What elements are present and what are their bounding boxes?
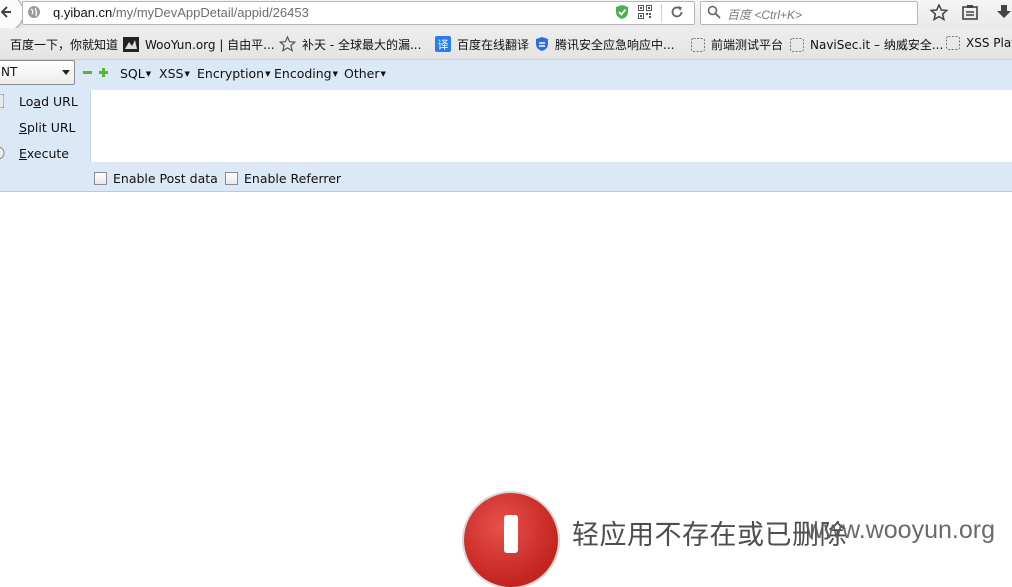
bookmark-item-baidu-translate[interactable]: 译 百度在线翻译 [435,36,529,54]
url-host: q.yiban.cn [53,5,113,20]
decrease-icon[interactable] [83,68,92,77]
bookmarks-list-icon[interactable] [962,4,978,20]
split-url-button[interactable]: Split URL [0,116,88,140]
menu-label: XSS [159,66,184,81]
execute-button[interactable]: Execute [0,142,88,166]
menu-label: Encoding [274,66,332,81]
checkbox-label: Enable Post data [113,171,218,186]
menu-sql[interactable]: SQL▼ [120,66,151,81]
url-text[interactable]: q.yiban.cn/my/myDevAppDetail/appid/26453 [53,5,309,20]
hackbar-select[interactable]: NT [0,60,75,85]
increase-icon[interactable] [99,68,108,77]
page-icon [946,36,960,50]
search-bar[interactable]: 百度 <Ctrl+K> [700,1,918,25]
split-url-label: Split URL [19,120,76,135]
bookmark-label: 补天 - 全球最大的漏... [302,38,422,52]
security-shield-icon[interactable] [615,4,629,20]
menu-xss[interactable]: XSS▼ [159,66,190,81]
back-arrow-icon [1,6,11,18]
bookmark-star-icon[interactable] [930,4,948,21]
chevron-down-icon [62,70,70,75]
address-bar[interactable]: q.yiban.cn/my/myDevAppDetail/appid/26453 [22,1,695,25]
page-icon [691,38,705,52]
enable-post-data-checkbox[interactable]: Enable Post data [94,171,218,187]
checkbox-label: Enable Referrer [244,171,342,186]
execute-label: Execute [19,146,69,161]
checkbox-box[interactable] [94,172,107,185]
menu-encoding[interactable]: Encoding▼ [274,66,338,81]
url-path: /my/myDevAppDetail/appid/26453 [112,5,309,20]
load-url-button[interactable]: Load URL [0,90,88,114]
globe-icon [28,6,40,18]
watermark: www.wooyun.org [806,516,995,544]
error-alert-icon [464,493,558,587]
bookmark-item-tencent[interactable]: 腾讯安全应急响应中... [535,36,674,54]
svg-text:译: 译 [438,39,449,52]
exclamation-bar [504,515,518,553]
bookmark-item-frontend-test[interactable]: 前端测试平台 [691,36,783,54]
menu-encryption[interactable]: Encryption▼ [197,66,271,81]
hackbar-url-textarea[interactable] [90,90,1012,162]
hackbar-panel: NT SQL▼ XSS▼ Encryption▼ Encoding▼ Other… [0,60,1012,192]
bookmark-item-baidu[interactable]: 百度一下，你就知道 [0,36,118,54]
bookmark-item-butian[interactable]: 补天 - 全球最大的漏... [279,36,421,54]
hackbar-select-value: NT [1,65,18,79]
menu-label: SQL [120,66,145,81]
bookmark-label: 百度在线翻译 [457,38,530,52]
bookmark-label: XSS Plat [966,36,1012,50]
butian-star-icon [279,36,296,52]
load-url-icon [0,94,4,108]
bookmark-item-xss-platform[interactable]: XSS Plat [946,36,1012,54]
search-icon [707,5,721,19]
download-icon[interactable] [996,4,1012,20]
bookmarks-toolbar: 百度一下，你就知道 WooYun.org | 自由平... 补天 - 全球最大的… [0,28,1012,60]
bookmark-item-navisec[interactable]: NaviSec.it – 纳威安全... [790,36,943,54]
menu-other[interactable]: Other▼ [344,66,386,81]
qr-code-icon[interactable] [638,5,652,19]
load-url-label: Load URL [19,94,78,109]
search-placeholder: 百度 <Ctrl+K> [727,8,803,22]
url-separator [661,4,662,22]
enable-referrer-checkbox[interactable]: Enable Referrer [225,171,341,187]
bookmark-label: WooYun.org | 自由平... [145,38,275,52]
checkbox-box[interactable] [225,172,238,185]
bookmark-label: 百度一下，你就知道 [10,38,119,52]
reload-icon[interactable] [670,5,684,19]
execute-icon [0,146,5,160]
tencent-shield-icon [536,37,548,51]
menu-label: Other [344,66,380,81]
menu-label: Encryption [197,66,265,81]
translate-icon: 译 [435,36,451,52]
bookmark-label: 腾讯安全应急响应中... [555,38,675,52]
baidu-icon [0,38,4,52]
bookmark-label: 前端测试平台 [711,38,784,52]
bookmark-label: NaviSec.it – 纳威安全... [810,38,944,52]
bookmark-item-wooyun[interactable]: WooYun.org | 自由平... [123,36,275,54]
wooyun-icon [123,37,139,52]
navigation-bar: q.yiban.cn/my/myDevAppDetail/appid/26453… [0,0,1012,32]
page-icon [790,38,804,52]
